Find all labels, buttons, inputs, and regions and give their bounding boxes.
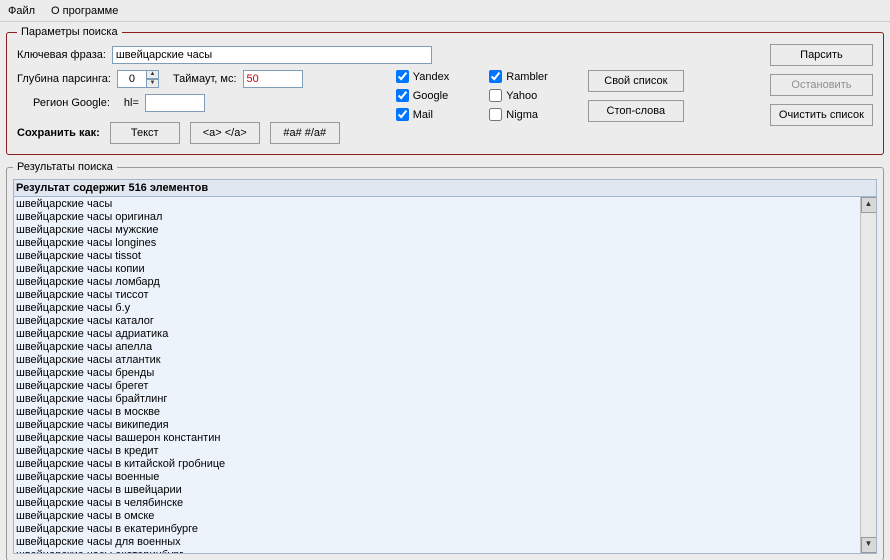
list-item[interactable]: швейцарские часы тиссот (16, 289, 858, 302)
scroll-track[interactable] (861, 213, 876, 537)
list-item[interactable]: швейцарские часы каталог (16, 315, 858, 328)
timeout-input[interactable] (243, 70, 303, 88)
results-legend: Результаты поиска (13, 161, 117, 173)
list-item[interactable]: швейцарские часы апелла (16, 341, 858, 354)
list-item[interactable]: швейцарские часы в швейцарии (16, 484, 858, 497)
engine-rambler-checkbox[interactable] (489, 70, 502, 83)
results-list[interactable]: швейцарские часышвейцарские часы оригина… (13, 196, 877, 554)
depth-input[interactable] (117, 70, 147, 88)
list-item[interactable]: швейцарские часы ломбард (16, 276, 858, 289)
list-item[interactable]: швейцарские часы longines (16, 237, 858, 250)
scroll-up-icon[interactable]: ▲ (861, 197, 877, 213)
engine-yahoo[interactable]: Yahoo (489, 89, 548, 102)
list-item[interactable]: швейцарские часы вашерон константин (16, 432, 858, 445)
results-scrollbar[interactable]: ▲ ▼ (860, 197, 876, 553)
list-item[interactable]: швейцарские часы мужские (16, 224, 858, 237)
engine-yandex-checkbox[interactable] (396, 70, 409, 83)
save-text-button[interactable]: Текст (110, 122, 180, 144)
menu-about[interactable]: О программе (51, 5, 118, 17)
list-item[interactable]: швейцарские часы военные (16, 471, 858, 484)
list-item[interactable]: швейцарские часы в китайской гробнице (16, 458, 858, 471)
keyphrase-label: Ключевая фраза: (17, 49, 106, 61)
list-item[interactable]: швейцарские часы для военных (16, 536, 858, 549)
engine-yahoo-label: Yahoo (506, 90, 537, 102)
engine-google-checkbox[interactable] (396, 89, 409, 102)
list-item[interactable]: швейцарские часы б.у (16, 302, 858, 315)
region-label: Регион Google: (33, 97, 110, 109)
engine-yandex[interactable]: Yandex (396, 70, 450, 83)
engine-yandex-label: Yandex (413, 71, 450, 83)
depth-spinner[interactable]: ▲ ▼ (117, 70, 159, 88)
save-as-label: Сохранить как: (17, 127, 100, 139)
list-item[interactable]: швейцарские часы атлантик (16, 354, 858, 367)
keyphrase-input[interactable] (112, 46, 432, 64)
save-hash-button[interactable]: #a# #/a# (270, 122, 340, 144)
search-params-legend: Параметры поиска (17, 26, 122, 38)
list-item[interactable]: швейцарские часы в омске (16, 510, 858, 523)
engine-google-label: Google (413, 90, 448, 102)
list-item[interactable]: швейцарские часы оригинал (16, 211, 858, 224)
list-item[interactable]: швейцарские часы в екатеринбурге (16, 523, 858, 536)
list-item[interactable]: швейцарские часы копии (16, 263, 858, 276)
engine-google[interactable]: Google (396, 89, 450, 102)
stopwords-button[interactable]: Стоп-слова (588, 100, 684, 122)
depth-down-icon[interactable]: ▼ (146, 79, 159, 88)
hl-label: hl= (124, 97, 139, 109)
list-item[interactable]: швейцарские часы в челябинске (16, 497, 858, 510)
own-list-button[interactable]: Свой список (588, 70, 684, 92)
list-item[interactable]: швейцарские часы екатеринбург (16, 549, 858, 553)
search-params-group: Параметры поиска Ключевая фраза: Глубина… (6, 26, 884, 155)
results-group: Результаты поиска Результат содержит 516… (6, 161, 884, 560)
hl-input[interactable] (145, 94, 205, 112)
menu-file[interactable]: Файл (8, 5, 35, 17)
menubar: Файл О программе (0, 0, 890, 22)
engine-mail[interactable]: Mail (396, 108, 450, 121)
list-item[interactable]: швейцарские часы tissot (16, 250, 858, 263)
clear-list-button[interactable]: Очистить список (770, 104, 873, 126)
list-item[interactable]: швейцарские часы в москве (16, 406, 858, 419)
engine-rambler[interactable]: Rambler (489, 70, 548, 83)
engine-yahoo-checkbox[interactable] (489, 89, 502, 102)
parse-button[interactable]: Парсить (770, 44, 873, 66)
engine-nigma-checkbox[interactable] (489, 108, 502, 121)
list-item[interactable]: швейцарские часы (16, 198, 858, 211)
stop-button[interactable]: Остановить (770, 74, 873, 96)
depth-label: Глубина парсинга: (17, 73, 111, 85)
engine-nigma[interactable]: Nigma (489, 108, 548, 121)
scroll-down-icon[interactable]: ▼ (861, 537, 877, 553)
depth-up-icon[interactable]: ▲ (146, 70, 159, 79)
list-item[interactable]: швейцарские часы адриатика (16, 328, 858, 341)
engine-mail-label: Mail (413, 109, 433, 121)
engine-rambler-label: Rambler (506, 71, 548, 83)
timeout-label: Таймаут, мс: (173, 73, 237, 85)
list-item[interactable]: швейцарские часы википедия (16, 419, 858, 432)
engine-nigma-label: Nigma (506, 109, 538, 121)
list-item[interactable]: швейцарские часы бренды (16, 367, 858, 380)
save-a-button[interactable]: <a> </a> (190, 122, 260, 144)
list-item[interactable]: швейцарские часы в кредит (16, 445, 858, 458)
list-item[interactable]: швейцарские часы брайтлинг (16, 393, 858, 406)
engine-mail-checkbox[interactable] (396, 108, 409, 121)
list-item[interactable]: швейцарские часы брегет (16, 380, 858, 393)
results-caption: Результат содержит 516 элементов (13, 179, 877, 196)
